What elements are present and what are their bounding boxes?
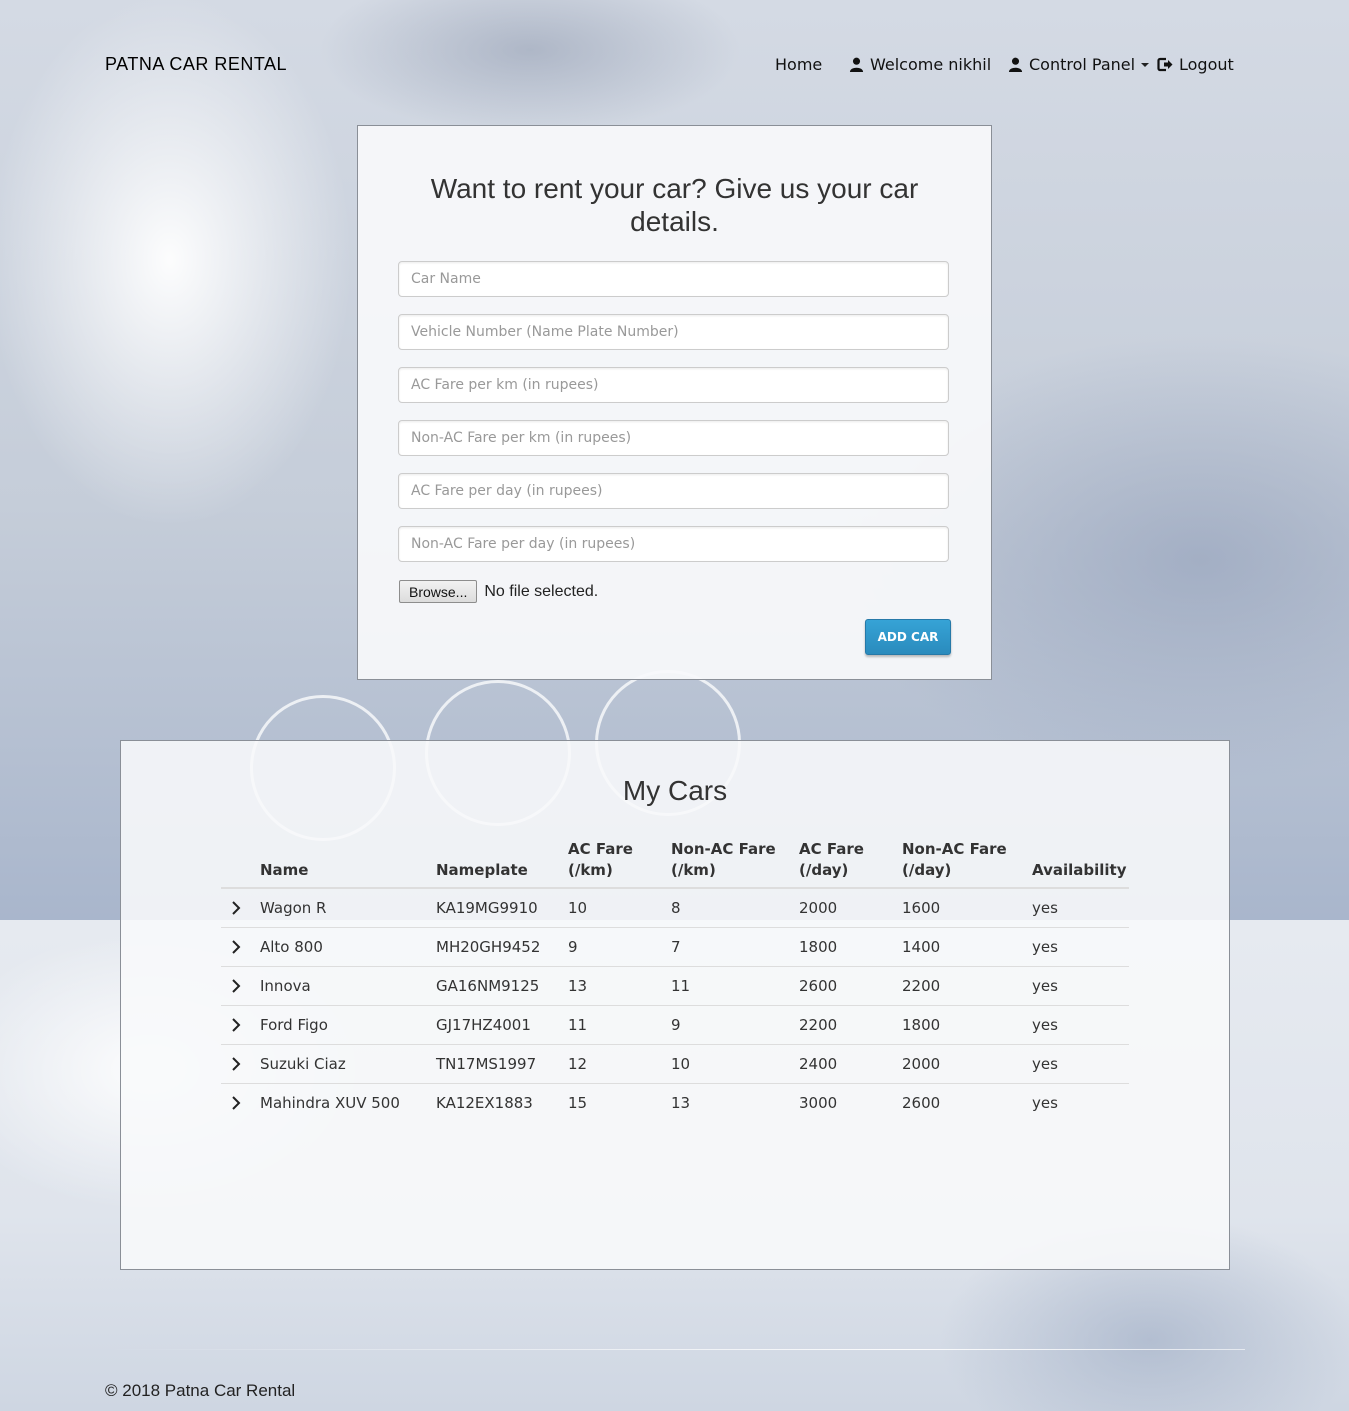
row-expand-toggle[interactable] bbox=[221, 1005, 260, 1045]
ac-fare-day-cell: 2000 bbox=[799, 888, 902, 928]
car-nameplate-cell: GJ17HZ4001 bbox=[436, 1005, 568, 1045]
availability-cell: yes bbox=[1032, 888, 1129, 928]
car-nameplate-cell: KA12EX1883 bbox=[436, 1094, 533, 1112]
column-header-ac-fare-day: AC Fare (/day) bbox=[799, 839, 902, 889]
row-expand-toggle[interactable] bbox=[221, 1044, 260, 1084]
ac-fare-day-cell: 1800 bbox=[799, 927, 902, 967]
chevron-right-icon bbox=[232, 940, 241, 954]
ac-fare-day-cell: 2200 bbox=[799, 1005, 902, 1045]
nonac-fare-day-cell: 1400 bbox=[902, 927, 1032, 967]
chevron-right-icon bbox=[232, 1018, 241, 1032]
user-icon bbox=[1008, 57, 1023, 72]
footer-divider bbox=[105, 1349, 1245, 1350]
table-row[interactable]: Ford Figo GJ17HZ4001 11 9 2200 1800 yes bbox=[221, 1005, 1129, 1045]
table-row[interactable]: Alto 800 MH20GH9452 9 7 1800 1400 yes bbox=[221, 927, 1129, 967]
availability-cell: yes bbox=[1032, 1005, 1129, 1045]
footer-copyright: © 2018 Patna Car Rental bbox=[105, 1381, 296, 1400]
nonac-fare-km-cell: 9 bbox=[671, 1005, 799, 1045]
expand-column-header bbox=[221, 839, 260, 889]
nonac-fare-day-cell: 1800 bbox=[902, 1005, 1032, 1045]
column-header-nonac-fare-km: Non-AC Fare (/km) bbox=[671, 839, 799, 889]
nav-home-link[interactable]: Home bbox=[775, 55, 822, 74]
nonac-fare-per-km-input[interactable] bbox=[398, 420, 949, 456]
car-nameplate-cell: TN17MS1997 bbox=[436, 1044, 568, 1084]
ac-fare-km-cell: 15 bbox=[568, 1094, 588, 1112]
brand-logo-text[interactable]: PATNA CAR RENTAL bbox=[105, 54, 287, 75]
ac-fare-per-day-input[interactable] bbox=[398, 473, 949, 509]
availability-cell: yes bbox=[1032, 1094, 1058, 1112]
column-header-nonac-fare-day: Non-AC Fare (/day) bbox=[902, 839, 1032, 889]
row-expand-toggle[interactable] bbox=[221, 927, 260, 967]
car-nameplate-cell: KA19MG9910 bbox=[436, 888, 568, 928]
ac-fare-km-cell: 13 bbox=[568, 966, 671, 1006]
car-nameplate-cell: MH20GH9452 bbox=[436, 927, 568, 967]
car-name-input[interactable] bbox=[398, 261, 949, 297]
car-name-cell: Innova bbox=[260, 966, 436, 1006]
cars-table: Name Nameplate AC Fare (/km) Non-AC Fare(… bbox=[221, 839, 1129, 1122]
nonac-fare-day-cell: 2600 bbox=[902, 1094, 941, 1112]
table-row[interactable]: Suzuki Ciaz TN17MS1997 12 10 2400 2000 y… bbox=[221, 1044, 1129, 1084]
car-name-cell: Suzuki Ciaz bbox=[260, 1044, 436, 1084]
row-expand-toggle[interactable] bbox=[221, 1084, 260, 1123]
availability-cell: yes bbox=[1032, 927, 1129, 967]
nonac-fare-km-cell: 13 bbox=[671, 1094, 691, 1112]
user-icon bbox=[849, 57, 864, 72]
caret-down-icon bbox=[1141, 62, 1150, 67]
ac-fare-day-cell: 3000 bbox=[799, 1094, 838, 1112]
table-row[interactable]: Wagon R KA19MG9910 10 8 2000 1600 yes bbox=[221, 888, 1129, 928]
ac-fare-km-cell: 10 bbox=[568, 888, 671, 928]
nav-control-panel-dropdown[interactable]: Control Panel bbox=[1008, 55, 1150, 74]
ac-fare-km-cell: 12 bbox=[568, 1044, 671, 1084]
car-name-cell: Alto 800 bbox=[260, 927, 436, 967]
chevron-right-icon bbox=[232, 901, 241, 915]
my-cars-title: My Cars bbox=[622, 775, 728, 806]
nonac-fare-per-day-input[interactable] bbox=[398, 526, 949, 562]
column-header-ac-fare-km: AC Fare (/km) bbox=[568, 839, 671, 889]
availability-cell: yes bbox=[1032, 1044, 1129, 1084]
nav-logout-label: Logout bbox=[1179, 55, 1234, 74]
column-header-nameplate: Nameplate bbox=[436, 839, 568, 889]
nav-control-panel-label: Control Panel bbox=[1029, 55, 1136, 74]
nav-welcome-link[interactable]: Welcome nikhil bbox=[849, 55, 991, 74]
my-cars-panel: My Cars Name Nameplate AC Fare (/km) Non-… bbox=[120, 740, 1230, 1270]
table-row[interactable]: Innova GA16NM9125 13 11 2600 2200 yes bbox=[221, 966, 1129, 1006]
nav-welcome-label: Welcome nikhil bbox=[870, 55, 992, 74]
row-expand-toggle[interactable] bbox=[221, 888, 260, 928]
logout-icon bbox=[1157, 57, 1173, 72]
row-expand-toggle[interactable] bbox=[221, 966, 260, 1006]
nonac-fare-km-cell: 7 bbox=[671, 927, 799, 967]
availability-cell: yes bbox=[1032, 966, 1129, 1006]
column-header-name: Name bbox=[260, 839, 436, 889]
nav-home-label: Home bbox=[775, 55, 823, 74]
add-car-form-panel: Want to rent your car? Give us your car … bbox=[357, 125, 992, 680]
car-nameplate-cell: GA16NM9125 bbox=[436, 966, 568, 1006]
car-name-cell: Mahindra XUV 500 bbox=[260, 1094, 400, 1112]
nonac-fare-day-cell: 2000 bbox=[902, 1044, 1032, 1084]
car-name-cell: Wagon R bbox=[260, 888, 436, 928]
nonac-fare-km-cell: 8 bbox=[671, 888, 799, 928]
file-upload-row: Browse... No file selected. bbox=[399, 580, 598, 603]
nonac-fare-km-cell: 11 bbox=[671, 966, 799, 1006]
car-name-cell: Ford Figo bbox=[260, 1005, 436, 1045]
ac-fare-day-cell: 2600 bbox=[799, 966, 902, 1006]
nonac-fare-day-cell: 1600 bbox=[902, 888, 1032, 928]
form-title: Want to rent your car? Give us your car … bbox=[430, 173, 919, 237]
ac-fare-km-cell: 11 bbox=[568, 1005, 671, 1045]
file-status-text: No file selected. bbox=[484, 582, 599, 600]
ac-fare-day-cell: 2400 bbox=[799, 1044, 902, 1084]
table-header-row: Name Nameplate AC Fare (/km) Non-AC Fare(… bbox=[221, 839, 1129, 889]
vehicle-number-input[interactable] bbox=[398, 314, 949, 350]
column-header-availability: Availability bbox=[1032, 839, 1129, 889]
nav-logout-link[interactable]: Logout bbox=[1157, 55, 1234, 74]
table-row[interactable]: Mahindra XUV 500 KA12EX1883 15 13 3000 2… bbox=[221, 1084, 1129, 1123]
ac-fare-km-cell: 9 bbox=[568, 927, 671, 967]
chevron-right-icon bbox=[232, 1096, 241, 1110]
add-car-button[interactable]: ADD CAR bbox=[865, 619, 951, 655]
nonac-fare-km-cell: 10 bbox=[671, 1044, 799, 1084]
browse-file-button[interactable]: Browse... bbox=[399, 580, 478, 603]
ac-fare-per-km-input[interactable] bbox=[398, 367, 949, 403]
chevron-right-icon bbox=[232, 1057, 241, 1071]
nonac-fare-day-cell: 2200 bbox=[902, 966, 1032, 1006]
chevron-right-icon bbox=[232, 979, 241, 993]
